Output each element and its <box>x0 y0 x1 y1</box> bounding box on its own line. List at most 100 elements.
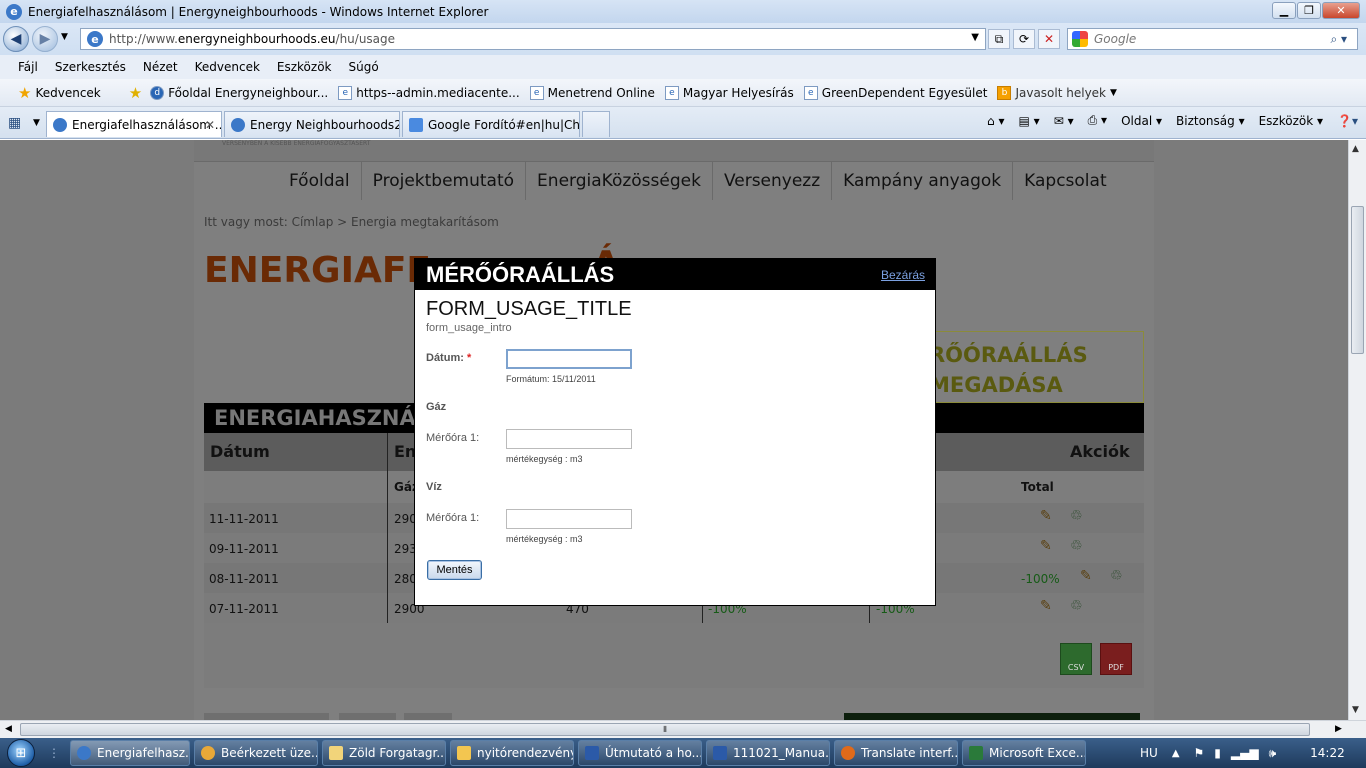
footer-block <box>404 713 452 720</box>
help-icon[interactable]: ❓▾ <box>1337 114 1358 128</box>
column-divider <box>387 433 388 623</box>
nav-versenyezz[interactable]: Versenyezz <box>713 162 833 200</box>
history-dropdown-icon[interactable]: ▼ <box>61 32 68 42</box>
network-icon[interactable]: ▂▄▆ <box>1231 746 1259 760</box>
menu-file[interactable]: Fájl <box>18 60 38 74</box>
favorite-link-5[interactable]: e GreenDependent Egyesület <box>803 85 988 100</box>
menu-favorites[interactable]: Kedvencek <box>195 60 260 74</box>
nav-energiakozossegek[interactable]: EnergiaKözösségek <box>526 162 713 200</box>
favorite-link-2[interactable]: e https--admin.mediacente... <box>338 85 520 100</box>
refresh-icon[interactable]: ⟳ <box>1013 29 1035 49</box>
feeds-icon[interactable]: ▤ ▾ <box>1019 114 1040 128</box>
close-window-button[interactable]: ✕ <box>1322 2 1360 19</box>
menu-view[interactable]: Nézet <box>143 60 178 74</box>
favorite-link-4[interactable]: e Magyar Helyesírás <box>664 85 794 100</box>
taskbar-item-ie[interactable]: Energiafelhasz... <box>70 740 190 766</box>
menu-edit[interactable]: Szerkesztés <box>55 60 126 74</box>
add-favorite-icon[interactable]: ★ <box>129 84 142 102</box>
show-hidden-icons-icon[interactable]: ▲ <box>1172 748 1180 759</box>
dialog-close-link[interactable]: Bezárás <box>881 268 925 282</box>
taskbar-item-word-1[interactable]: Útmutató a ho... <box>578 740 702 766</box>
language-indicator[interactable]: HU <box>1140 746 1158 760</box>
edit-icon[interactable]: ✎ <box>1040 508 1052 524</box>
print-icon[interactable]: ⎙ ▾ <box>1088 113 1107 128</box>
taskbar-item-word-2[interactable]: 111021_Manua... <box>706 740 830 766</box>
delete-icon[interactable]: ♲ <box>1070 538 1083 554</box>
taskbar-item-email[interactable]: Zöld Forgatagr... <box>322 740 446 766</box>
favorite-link-1[interactable]: d Főoldal Energyneighbour... <box>150 85 328 100</box>
back-button[interactable]: ◀ <box>3 26 29 52</box>
taskbar-item-folder[interactable]: nyitórendezvény <box>450 740 574 766</box>
nav-kapcsolat[interactable]: Kapcsolat <box>1013 162 1117 200</box>
stop-icon[interactable]: ✕ <box>1038 29 1060 49</box>
taskbar-item-firefox[interactable]: Translate interf... <box>834 740 958 766</box>
taskbar-item-label: nyitórendezvény <box>477 746 574 760</box>
search-input[interactable]: Google ⌕ ▾ <box>1067 28 1358 50</box>
taskbar-item-thunderbird[interactable]: Beérkezett üze... <box>194 740 318 766</box>
clock[interactable]: 14:22 <box>1310 746 1345 760</box>
tools-menu[interactable]: Eszközök ▾ <box>1259 114 1323 128</box>
save-button[interactable]: Mentés <box>427 560 482 580</box>
tab-google-translate[interactable]: Google Fordító#en|hu|Cha... <box>402 111 580 137</box>
nav-projektbemutato[interactable]: Projektbemutató <box>362 162 527 200</box>
edit-icon[interactable]: ✎ <box>1040 598 1052 614</box>
meter-entry-box[interactable]: RŐÓRAÁLLÁS MEGADÁSA <box>916 331 1144 403</box>
favorite-link-label: GreenDependent Egyesület <box>821 85 988 100</box>
vertical-scrollbar[interactable]: ▲ ▼ <box>1348 140 1366 720</box>
search-icon[interactable]: ⌕ ▾ <box>1330 32 1347 47</box>
address-input[interactable]: e http://www. energyneighbourhoods.eu/hu/… <box>80 28 986 50</box>
close-tab-icon[interactable]: ✕ <box>205 118 215 132</box>
vertical-scroll-thumb[interactable] <box>1351 206 1364 354</box>
scroll-down-icon[interactable]: ▼ <box>1352 705 1359 715</box>
tab-energy-neighbourhoods2[interactable]: Energy Neighbourhoods2 ... <box>224 111 400 137</box>
menu-tools[interactable]: Eszközök <box>277 60 332 74</box>
delete-icon[interactable]: ♲ <box>1110 568 1123 584</box>
forward-button[interactable]: ▶ <box>32 26 58 52</box>
flag-icon[interactable]: ⚑ <box>1194 746 1205 760</box>
maximize-button[interactable]: ❐ <box>1297 2 1321 19</box>
horizontal-scroll-thumb[interactable]: ⦀ <box>20 723 1310 736</box>
home-icon[interactable]: ⌂ ▾ <box>987 114 1004 128</box>
nav-fooldal[interactable]: Főoldal <box>278 162 362 200</box>
footer-block <box>844 713 1140 720</box>
suggested-sites[interactable]: b Javasolt helyek ▼ <box>997 85 1117 100</box>
tab-energiafelhasznalasom[interactable]: Energiafelhasználásom ... ✕ <box>46 111 222 137</box>
volume-icon[interactable]: 🕪 <box>1269 746 1277 761</box>
tab-label: Energiafelhasználásom ... <box>72 117 222 132</box>
nav-kampany-anyagok[interactable]: Kampány anyagok <box>832 162 1014 200</box>
gas-meter-field[interactable] <box>506 429 632 449</box>
drupal-icon: d <box>150 85 165 100</box>
column-divider <box>869 606 870 623</box>
compatibility-view-icon[interactable]: ⧉ <box>988 29 1010 49</box>
favorite-link-label: Menetrend Online <box>547 85 655 100</box>
tab-list-icon[interactable]: ▼ <box>33 118 40 128</box>
csv-export-button[interactable]: CSV <box>1060 643 1092 675</box>
power-icon[interactable]: ▮ <box>1214 746 1221 760</box>
mail-icon[interactable]: ✉ ▾ <box>1054 114 1074 128</box>
quick-tabs-icon[interactable]: ▦ <box>8 115 21 131</box>
scroll-up-icon[interactable]: ▲ <box>1352 144 1359 154</box>
new-tab-button[interactable] <box>582 111 610 137</box>
delete-icon[interactable]: ♲ <box>1070 508 1083 524</box>
delete-icon[interactable]: ♲ <box>1070 598 1083 614</box>
favorites-button[interactable]: ★ Kedvencek <box>18 84 101 102</box>
horizontal-scrollbar[interactable]: ◀ ⦀ ▶ <box>0 720 1366 738</box>
start-button[interactable]: ⊞ <box>0 738 42 768</box>
taskbar-item-excel[interactable]: Microsoft Exce... <box>962 740 1086 766</box>
required-mark: * <box>466 352 472 364</box>
edit-icon[interactable]: ✎ <box>1040 538 1052 554</box>
date-field[interactable] <box>506 349 632 369</box>
scroll-left-icon[interactable]: ◀ <box>5 724 12 734</box>
page-menu[interactable]: Oldal ▾ <box>1121 114 1162 128</box>
pdf-export-button[interactable]: PDF <box>1100 643 1132 675</box>
favorites-label: Kedvencek <box>35 85 101 100</box>
menu-help[interactable]: Súgó <box>349 60 379 74</box>
water-meter-field[interactable] <box>506 509 632 529</box>
url-path: /hu/usage <box>335 32 396 46</box>
minimize-button[interactable]: ▁ <box>1272 2 1296 19</box>
favorite-link-3[interactable]: e Menetrend Online <box>529 85 655 100</box>
scroll-right-icon[interactable]: ▶ <box>1335 724 1342 734</box>
edit-icon[interactable]: ✎ <box>1080 568 1092 584</box>
safety-menu[interactable]: Biztonság ▾ <box>1176 114 1245 128</box>
address-dropdown-icon[interactable]: ▼ <box>971 32 979 43</box>
